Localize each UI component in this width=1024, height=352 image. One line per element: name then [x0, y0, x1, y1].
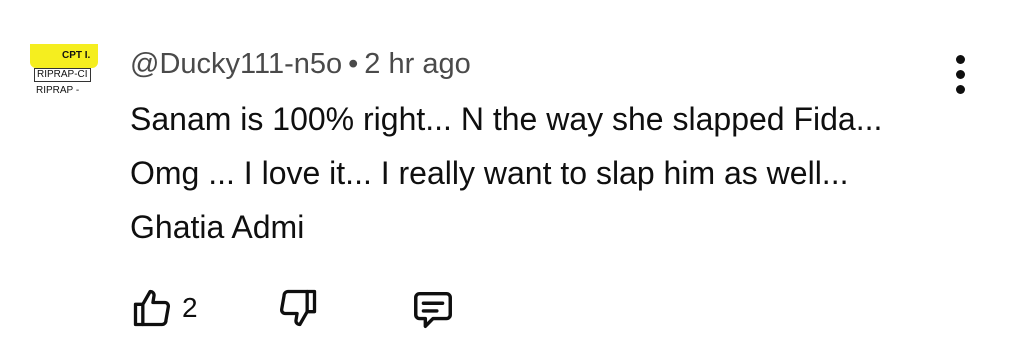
comment-item: CPT I. RIPRAP-CI RIPRAP - @Ducky111-n5o •… [0, 0, 1024, 352]
comment-text: Sanam is 100% right... N the way she sla… [130, 101, 883, 245]
like-count: 2 [182, 292, 198, 323]
thumbs-down-icon [276, 286, 320, 330]
avatar-text-3: RIPRAP - [36, 85, 80, 96]
more-vertical-icon [955, 54, 965, 64]
reply-comment-icon [410, 286, 456, 332]
reply-button[interactable] [410, 286, 456, 332]
separator-dot: • [348, 48, 359, 80]
avatar-text-2: RIPRAP-CI [34, 68, 91, 82]
dislike-button[interactable] [276, 286, 320, 330]
avatar[interactable]: CPT I. RIPRAP-CI RIPRAP - [30, 44, 98, 102]
more-options-button[interactable] [942, 52, 978, 96]
thumbs-up-icon [130, 286, 174, 330]
avatar-text-1: CPT I. [62, 50, 91, 61]
comment-header: @Ducky111-n5o • 2 hr ago [130, 44, 471, 84]
timestamp: 2 hr ago [364, 48, 471, 80]
like-button[interactable]: 2 [130, 286, 198, 330]
author-name[interactable]: @Ducky111-n5o [130, 48, 342, 80]
